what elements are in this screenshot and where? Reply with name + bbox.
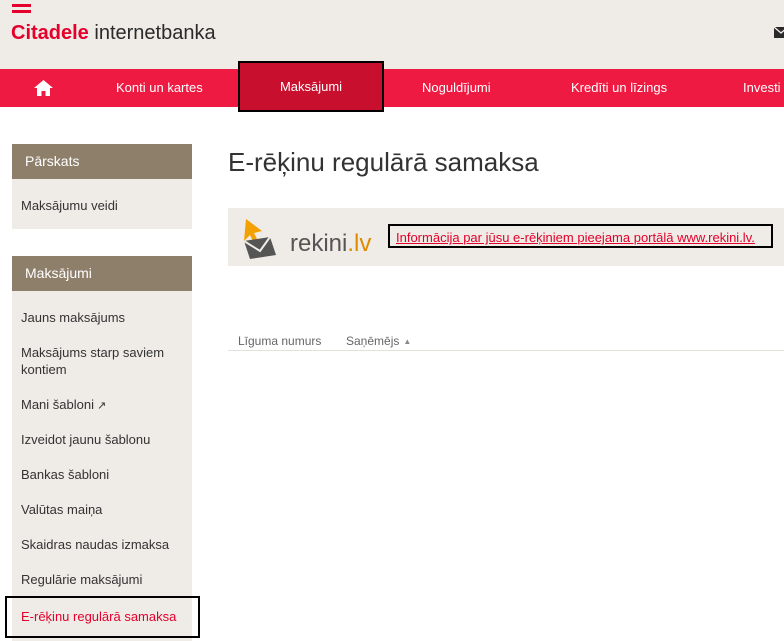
brand-name: Citadele [11,22,89,44]
rekini-portal-link[interactable]: Informācija par jūsu e-rēķiniem pieejama… [388,224,773,248]
page-title: E-rēķinu regulārā samaksa [228,147,539,177]
column-contract-number[interactable]: Līguma numurs [238,334,321,348]
sidebar-item-label: E-rēķinu regulārā samaksa [21,609,177,624]
column-recipient-label: Saņēmējs [346,334,400,348]
table-header: Līguma numurs Saņēmējs ▲ [228,330,784,351]
rekini-logo[interactable]: rekini.lv [240,217,380,261]
rekini-banner: rekini.lv Informācija par jūsu e-rēķinie… [228,208,784,266]
citadele-logo-icon [12,4,32,16]
sidebar-item-regular-payments[interactable]: Regulārie maksājumi [21,571,186,588]
sidebar-item-label: Mani šabloni [21,397,94,412]
sidebar-item-e-invoice-regular-payment[interactable]: E-rēķinu regulārā samaksa [5,596,200,638]
sidebar-section-payments-list: Jauns maksājums Maksājums starp saviem k… [12,291,192,641]
top-header: Citadele internetbanka [0,0,784,69]
sidebar-section-overview-list: Maksājumu veidi [12,179,192,229]
external-link-icon: ↗ [97,400,107,412]
sidebar-item-payment-types[interactable]: Maksājumu veidi [21,197,186,214]
sort-ascending-icon: ▲ [403,337,412,346]
product-name: internetbanka [94,22,216,44]
sidebar-section-overview: Pārskats [12,144,192,179]
rekini-wordmark-suffix: .lv [347,230,372,257]
sidebar-item-new-payment[interactable]: Jauns maksājums [21,309,186,326]
sidebar-item-bank-templates[interactable]: Bankas šabloni [21,466,186,483]
sidebar-section-payments: Maksājumi [12,256,192,291]
nav-deposits[interactable]: Noguldījumi [422,69,491,107]
sidebar-item-my-templates[interactable]: Mani šabloni ↗ [21,396,186,415]
nav-accounts-cards[interactable]: Konti un kartes [116,69,203,107]
column-recipient[interactable]: Saņēmējs ▲ [346,334,411,348]
rekini-wordmark-name: rekini [290,230,348,257]
nav-home[interactable] [34,69,54,107]
nav-payments[interactable]: Maksājumi [238,61,384,112]
home-icon [34,80,53,96]
nav-loans-leasing[interactable]: Kredīti un līzings [571,69,667,107]
main-navigation: Konti un kartes Maksājumi Noguldījumi Kr… [0,61,784,112]
mail-icon[interactable] [774,27,784,38]
sidebar-item-own-accounts-transfer[interactable]: Maksājums starp saviem kontiem [21,344,186,378]
sidebar-item-create-template[interactable]: Izveidot jaunu šablonu [21,431,186,448]
envelope-arrow-icon [243,219,276,259]
rekini-wordmark: rekini.lv [290,229,371,259]
sidebar-item-cash-withdrawal[interactable]: Skaidras naudas izmaksa [21,536,186,553]
sidebar-item-currency-exchange[interactable]: Valūtas maiņa [21,501,186,518]
app-logo[interactable]: Citadele internetbanka [11,21,216,45]
nav-investments[interactable]: Investi [743,69,781,107]
